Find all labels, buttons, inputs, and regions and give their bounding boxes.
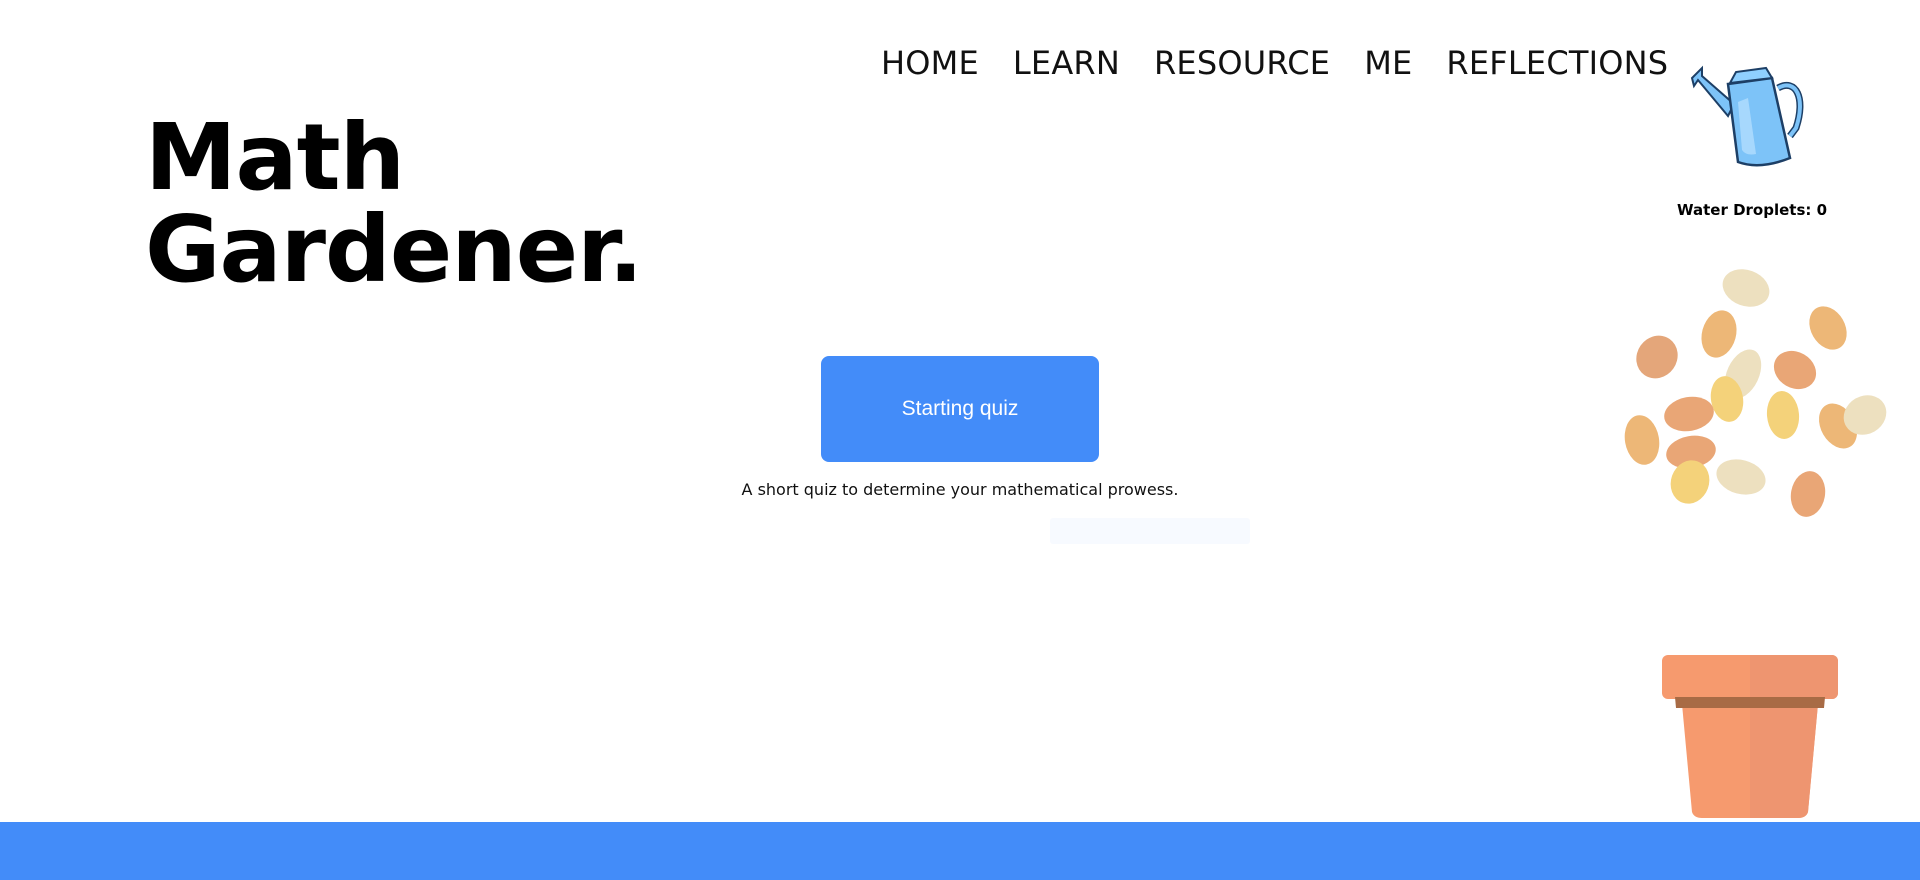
page-title: Math Gardener. — [145, 104, 643, 303]
ground-bar — [0, 822, 1920, 880]
seeds-illustration — [1624, 269, 1887, 517]
nav-learn[interactable]: LEARN — [1013, 40, 1120, 86]
water-droplets-counter: Water Droplets: 0 — [1676, 201, 1828, 219]
start-quiz-button[interactable]: Starting quiz — [821, 356, 1099, 462]
nav-me[interactable]: ME — [1364, 40, 1412, 86]
nav-reflections[interactable]: REFLECTIONS — [1446, 40, 1668, 86]
faint-placeholder — [1050, 518, 1250, 544]
main-nav: HOME LEARN RESOURCE ME REFLECTIONS — [881, 40, 1668, 86]
watering-can-icon — [1690, 65, 1804, 167]
nav-resource[interactable]: RESOURCE — [1154, 40, 1330, 86]
title-line-1: Math — [145, 104, 405, 211]
quiz-description: A short quiz to determine your mathemati… — [741, 480, 1179, 499]
title-line-2: Gardener. — [145, 196, 643, 303]
flower-pot-illustration — [1662, 655, 1838, 818]
nav-home[interactable]: HOME — [881, 40, 979, 86]
